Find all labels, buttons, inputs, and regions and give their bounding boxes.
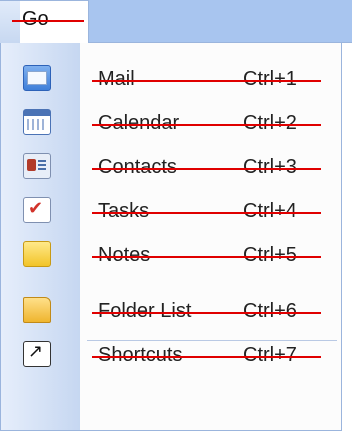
strikethrough-line [92,312,321,314]
go-strikethrough [12,20,84,22]
menu-item-tasks[interactable]: Tasks Ctrl+4 [1,187,343,237]
menu-item-mail[interactable]: Mail Ctrl+1 [1,55,343,105]
shortcuts-icon [23,341,51,367]
strikethrough-line [92,124,321,126]
calendar-icon [23,109,51,135]
menu-item-calendar[interactable]: Calendar Ctrl+2 [1,99,343,149]
contacts-icon [23,153,51,179]
menu-bar: Go [0,0,352,44]
strikethrough-line [92,168,321,170]
menu-bar-background [89,0,352,42]
go-dropdown-menu: Mail Ctrl+1 Calendar Ctrl+2 Contacts Ctr… [0,43,342,431]
tasks-icon [23,197,51,223]
strikethrough-line [92,80,321,82]
folder-icon [23,297,51,323]
menu-item-folder-list[interactable]: Folder List Ctrl+6 [1,287,343,337]
strikethrough-line [92,212,321,214]
strikethrough-line [92,356,321,358]
menu-item-notes[interactable]: Notes Ctrl+5 [1,231,343,281]
go-menu-gutter [0,1,20,43]
notes-icon [23,241,51,267]
go-menu-button[interactable]: Go [0,0,89,44]
menu-item-contacts[interactable]: Contacts Ctrl+3 [1,143,343,193]
menu-item-shortcuts[interactable]: Shortcuts Ctrl+7 [1,331,343,381]
strikethrough-line [92,256,321,258]
mail-icon [23,65,51,91]
